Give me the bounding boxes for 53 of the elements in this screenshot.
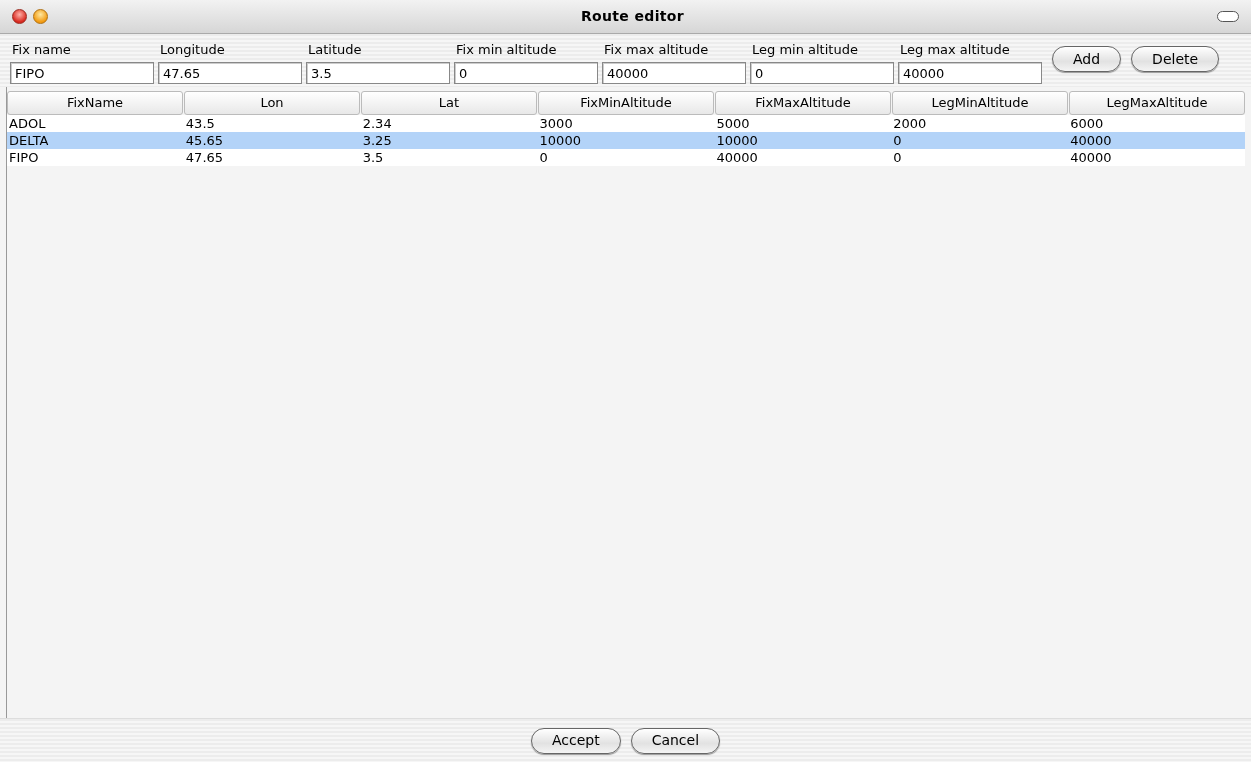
table-cell-text: 0 bbox=[538, 149, 549, 166]
field-label: Leg max altitude bbox=[899, 41, 1011, 59]
table-cell-text: 0 bbox=[892, 132, 903, 149]
text-field[interactable]: 0 bbox=[454, 62, 598, 84]
table-cell-text: 3.5 bbox=[361, 149, 385, 166]
text-field[interactable]: 40000 bbox=[898, 62, 1042, 84]
close-icon[interactable] bbox=[12, 9, 27, 24]
table-cell-text: 3000 bbox=[538, 115, 574, 132]
table-row[interactable]: DELTA 45.65 3.25 10000 10000 0 40000 bbox=[7, 132, 1245, 149]
column-header[interactable]: Lon bbox=[184, 91, 360, 115]
table-cell-text: 10000 bbox=[715, 132, 759, 149]
window-title: Route editor bbox=[579, 7, 686, 26]
table-cell-text: 43.5 bbox=[184, 115, 216, 132]
field-label: Fix min altitude bbox=[455, 41, 558, 59]
add-button[interactable]: Add bbox=[1052, 46, 1122, 72]
table-cell-text: 3.25 bbox=[361, 132, 393, 149]
field-label: Longitude bbox=[159, 41, 226, 59]
column-header[interactable]: FixName bbox=[7, 91, 183, 115]
table-cell-text: 6000 bbox=[1069, 115, 1105, 132]
cancel-button[interactable]: Cancel bbox=[630, 727, 721, 754]
table-cell-text: 10000 bbox=[538, 132, 582, 149]
text-field[interactable]: 0 bbox=[750, 62, 894, 84]
table-cell-text: 40000 bbox=[715, 149, 759, 166]
text-field[interactable]: 47.65 bbox=[158, 62, 302, 84]
field-label: Fix max altitude bbox=[603, 41, 710, 59]
accept-button[interactable]: Accept bbox=[530, 727, 621, 754]
table-cell-text: DELTA bbox=[8, 132, 50, 149]
text-field[interactable]: FIPO bbox=[10, 62, 154, 84]
table-cell-text: 2.34 bbox=[361, 115, 393, 132]
table-row[interactable]: FIPO 47.65 3.5 0 40000 0 40000 bbox=[7, 149, 1245, 166]
column-header[interactable]: FixMinAltitude bbox=[538, 91, 714, 115]
column-header[interactable]: FixMaxAltitude bbox=[715, 91, 891, 115]
table-cell-text: ADOL bbox=[8, 115, 47, 132]
minimize-icon[interactable] bbox=[33, 9, 48, 24]
column-header[interactable]: LegMaxAltitude bbox=[1069, 91, 1245, 115]
table-cell-text: 2000 bbox=[892, 115, 928, 132]
table-row[interactable]: ADOL 43.5 2.34 3000 5000 2000 6000 bbox=[7, 115, 1245, 132]
table-cell-text: 45.65 bbox=[184, 132, 225, 149]
column-header[interactable]: LegMinAltitude bbox=[892, 91, 1068, 115]
table-cell-text: 40000 bbox=[1069, 132, 1113, 149]
field-label: Leg min altitude bbox=[751, 41, 859, 59]
field-label: Latitude bbox=[307, 41, 363, 59]
table-cell-text: 5000 bbox=[715, 115, 751, 132]
table-cell-text: 0 bbox=[892, 149, 903, 166]
text-field[interactable]: 40000 bbox=[602, 62, 746, 84]
column-header[interactable]: Lat bbox=[361, 91, 537, 115]
delete-button[interactable]: Delete bbox=[1131, 46, 1220, 72]
text-field[interactable]: 3.5 bbox=[306, 62, 450, 84]
field-label: Fix name bbox=[11, 41, 72, 59]
table-cell-text: 47.65 bbox=[184, 149, 225, 166]
toolbar-toggle-icon[interactable] bbox=[1217, 11, 1239, 22]
table-cell-text: 40000 bbox=[1069, 149, 1113, 166]
table-cell-text: FIPO bbox=[8, 149, 40, 166]
